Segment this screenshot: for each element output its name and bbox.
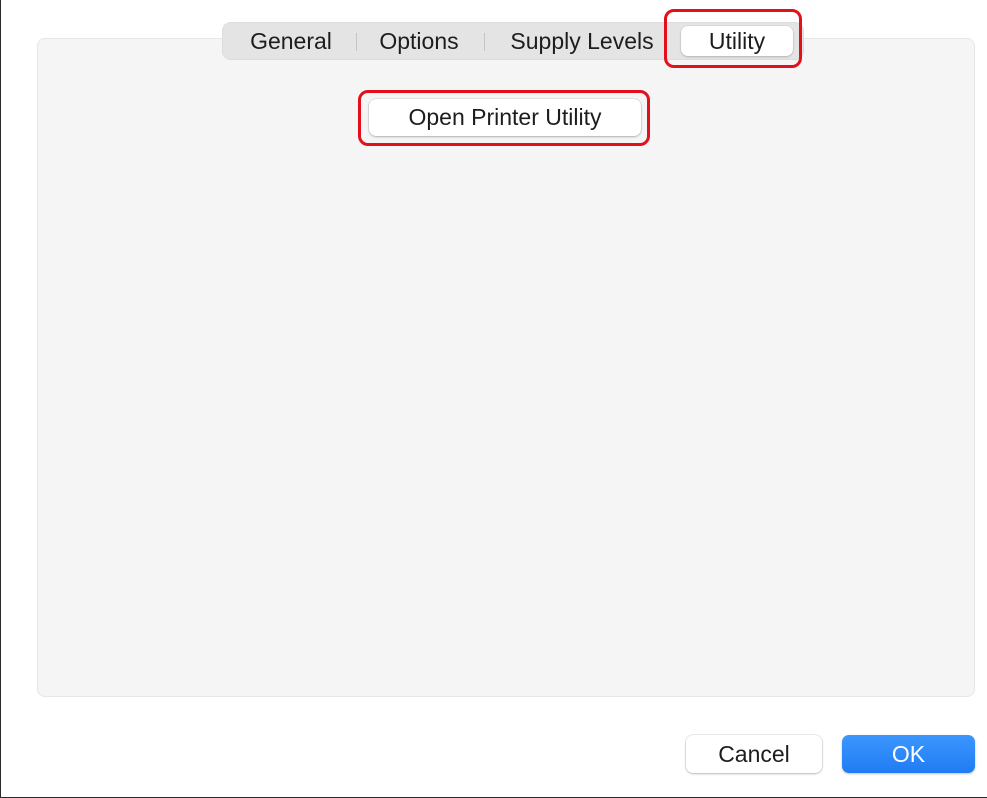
tab-separator: [356, 33, 357, 51]
tab-general[interactable]: General: [233, 26, 349, 56]
tab-options[interactable]: Options: [363, 26, 475, 56]
tab-separator: [484, 33, 485, 51]
open-printer-utility-button[interactable]: Open Printer Utility: [369, 99, 641, 136]
printer-settings-dialog: General Options Supply Levels Utility Op…: [0, 0, 987, 798]
ok-button[interactable]: OK: [842, 735, 975, 773]
tab-supply-levels[interactable]: Supply Levels: [493, 26, 671, 56]
tab-utility[interactable]: Utility: [681, 26, 793, 56]
tab-bar: General Options Supply Levels Utility: [222, 22, 804, 60]
cancel-button[interactable]: Cancel: [686, 735, 822, 773]
utility-content-panel: [37, 38, 975, 697]
